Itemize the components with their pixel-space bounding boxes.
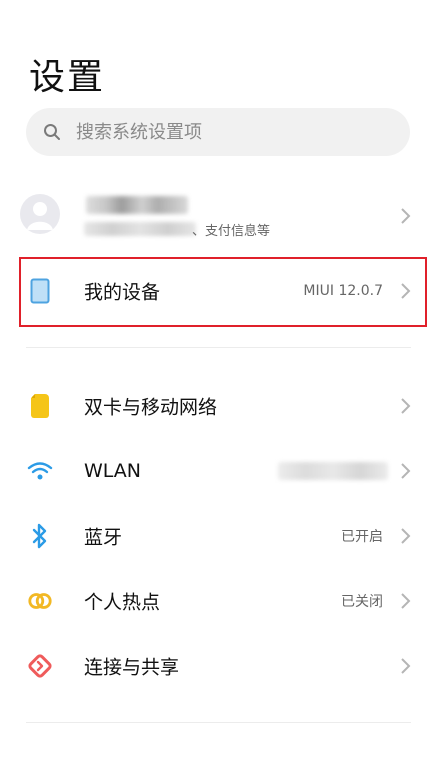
chevron-right-icon xyxy=(401,463,411,479)
my-device-row[interactable]: 我的设备 MIUI 12.0.7 xyxy=(0,259,441,323)
chevron-right-icon xyxy=(401,283,411,299)
account-row[interactable]: 、支付信息等 xyxy=(0,180,441,252)
hotspot-row[interactable]: 个人热点 已关闭 xyxy=(0,569,441,633)
wlan-ssid-redacted xyxy=(278,462,388,480)
bluetooth-row[interactable]: 蓝牙 已开启 xyxy=(0,504,441,568)
chevron-right-icon xyxy=(401,208,411,224)
sim-card-icon xyxy=(27,393,53,419)
account-subtitle: 、支付信息等 xyxy=(192,224,271,239)
user-icon xyxy=(27,202,53,230)
bluetooth-icon xyxy=(27,523,53,549)
connection-share-icon xyxy=(27,653,53,679)
wlan-row[interactable]: WLAN xyxy=(0,439,441,503)
chevron-right-icon xyxy=(401,658,411,674)
miui-version: MIUI 12.0.7 xyxy=(303,283,383,299)
search-icon xyxy=(42,122,62,142)
divider xyxy=(26,722,411,723)
connection-share-row[interactable]: 连接与共享 xyxy=(0,634,441,698)
account-info-redacted xyxy=(84,222,196,236)
wifi-icon xyxy=(27,458,53,484)
avatar xyxy=(20,194,60,234)
wlan-label: WLAN xyxy=(84,460,142,482)
search-bar[interactable] xyxy=(26,108,410,156)
hotspot-label: 个人热点 xyxy=(84,591,161,614)
connection-share-label: 连接与共享 xyxy=(84,656,180,679)
dual-sim-label: 双卡与移动网络 xyxy=(84,396,218,419)
chevron-right-icon xyxy=(401,528,411,544)
bluetooth-label: 蓝牙 xyxy=(84,526,123,549)
bluetooth-status: 已开启 xyxy=(341,529,383,545)
hotspot-status: 已关闭 xyxy=(341,594,383,610)
hotspot-icon xyxy=(27,588,53,614)
search-input[interactable] xyxy=(74,120,378,144)
dual-sim-row[interactable]: 双卡与移动网络 xyxy=(0,374,441,438)
divider xyxy=(26,347,411,348)
device-icon xyxy=(27,278,53,304)
page-title: 设置 xyxy=(29,57,106,98)
account-name-redacted xyxy=(86,196,188,214)
my-device-label: 我的设备 xyxy=(84,281,161,304)
chevron-right-icon xyxy=(401,398,411,414)
chevron-right-icon xyxy=(401,593,411,609)
